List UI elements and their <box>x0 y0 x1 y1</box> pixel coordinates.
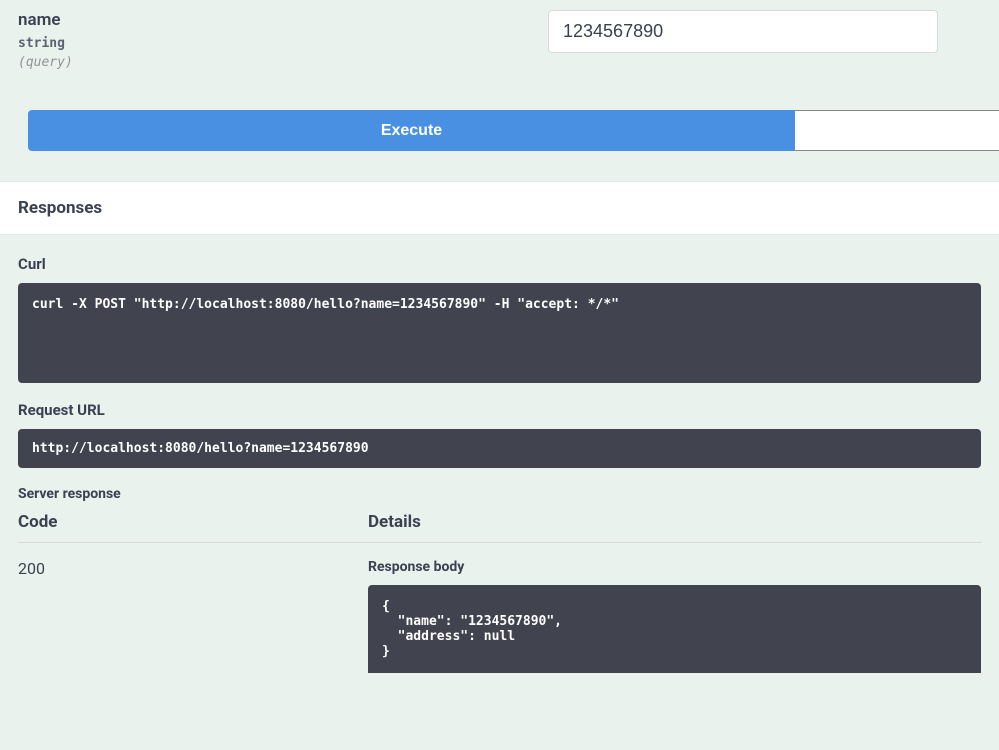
clear-button[interactable] <box>795 110 999 151</box>
curl-label: Curl <box>18 255 981 273</box>
parameter-name: name <box>18 10 518 30</box>
parameter-in: (query) <box>18 55 518 70</box>
response-content: Curl curl -X POST "http://localhost:8080… <box>0 235 999 673</box>
response-code: 200 <box>18 559 368 673</box>
request-url-output: http://localhost:8080/hello?name=1234567… <box>18 429 981 468</box>
curl-output: curl -X POST "http://localhost:8080/hell… <box>18 283 981 383</box>
table-row: 200 Response body { "name": "1234567890"… <box>18 559 981 673</box>
request-url-label: Request URL <box>18 401 981 419</box>
execute-button[interactable]: Execute <box>28 110 795 151</box>
response-body-output: { "name": "1234567890", "address": null … <box>368 585 981 673</box>
parameter-type: string <box>18 36 518 51</box>
parameter-row: name string (query) <box>0 0 999 110</box>
server-response-label: Server response <box>18 486 981 502</box>
code-column-header: Code <box>18 512 368 532</box>
response-body-label: Response body <box>368 559 981 575</box>
parameter-value-input[interactable] <box>548 10 938 53</box>
parameter-meta: name string (query) <box>18 10 518 70</box>
responses-header: Responses <box>0 181 999 235</box>
action-buttons: Execute <box>0 110 999 151</box>
parameter-value-wrapper <box>548 10 938 70</box>
response-details: Response body { "name": "1234567890", "a… <box>368 559 981 673</box>
response-table-header: Code Details <box>18 512 981 543</box>
details-column-header: Details <box>368 512 981 532</box>
